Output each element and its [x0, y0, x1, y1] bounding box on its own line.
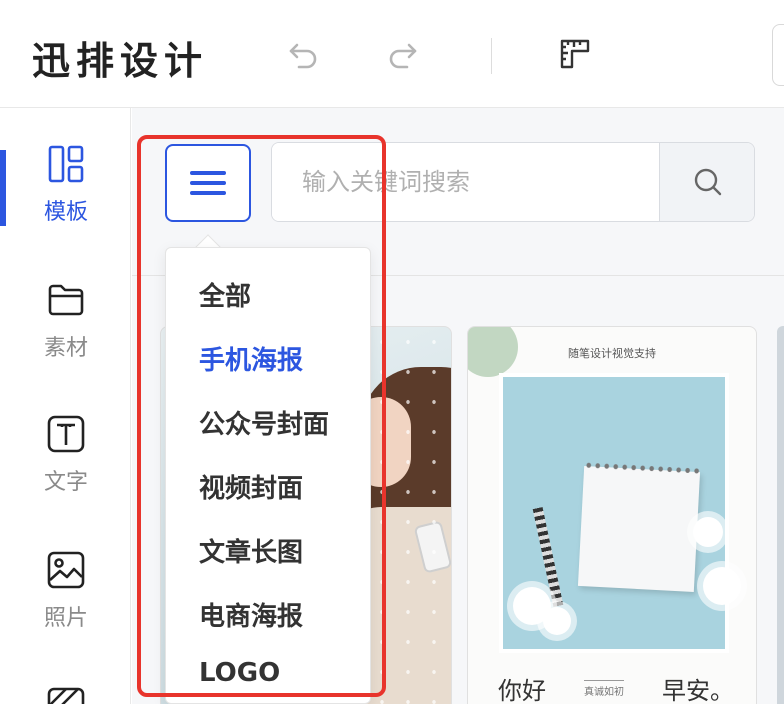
text-icon	[47, 415, 85, 453]
template-greeting-right: 早安。	[662, 677, 734, 704]
menu-icon-bar	[190, 171, 226, 175]
image-icon	[47, 551, 85, 589]
sidebar-item-templates[interactable]: 模板	[20, 144, 112, 226]
template-greeting: 你好 真诚如初 早安。	[468, 671, 756, 704]
template-thumbnail-art	[577, 460, 701, 592]
template-greeting-mid: 真诚如初	[584, 679, 624, 698]
category-item-mobile-poster[interactable]: 手机海报	[199, 340, 303, 377]
sidebar-item-more[interactable]	[20, 686, 112, 704]
category-item-ecommerce-poster[interactable]: 电商海报	[199, 596, 303, 633]
menu-icon-bar	[190, 181, 226, 185]
search-box	[271, 142, 755, 222]
sidebar-item-label: 素材	[43, 336, 88, 361]
template-greeting-left: 你好	[498, 677, 546, 704]
template-thumbnail-art	[703, 567, 741, 605]
background-icon	[47, 687, 85, 704]
template-card[interactable]	[777, 326, 784, 704]
layout-grid-icon	[48, 145, 84, 183]
category-item-all[interactable]: 全部	[199, 276, 251, 313]
header-edge-button[interactable]	[772, 24, 784, 86]
folder-icon	[48, 284, 84, 316]
search-button[interactable]	[659, 143, 754, 221]
category-menu-button[interactable]	[165, 144, 251, 222]
template-caption: 随笔设计视觉支持	[568, 347, 656, 360]
ruler-button[interactable]	[555, 34, 595, 74]
left-sidebar: 模板 素材 文字 照片	[0, 108, 131, 704]
ruler-icon	[560, 39, 590, 69]
template-card[interactable]: 随笔设计视觉支持 你好 真诚如初 早安。	[467, 326, 757, 704]
category-item-logo[interactable]: LOGO	[199, 658, 280, 688]
sidebar-item-materials[interactable]: 素材	[20, 280, 112, 362]
template-thumbnail-art	[693, 517, 723, 547]
top-header: 迅排设计	[0, 0, 784, 108]
redo-button[interactable]	[382, 34, 422, 74]
app-logo: 迅排设计	[32, 38, 209, 83]
undo-icon	[289, 43, 317, 69]
menu-icon-bar	[190, 191, 226, 195]
sidebar-item-photos[interactable]: 照片	[20, 550, 112, 632]
sidebar-item-label: 模板	[43, 200, 88, 225]
undo-button[interactable]	[284, 34, 324, 74]
category-item-article-image[interactable]: 文章长图	[199, 532, 303, 569]
search-icon	[694, 168, 721, 196]
sidebar-item-label: 照片	[43, 606, 88, 631]
template-thumbnail-art	[543, 607, 571, 635]
sidebar-active-indicator	[0, 150, 6, 226]
sidebar-item-label: 文字	[43, 470, 88, 495]
template-thumbnail-photo	[499, 373, 741, 653]
sidebar-item-text[interactable]: 文字	[20, 414, 112, 496]
category-item-wechat-cover[interactable]: 公众号封面	[199, 404, 329, 441]
category-dropdown: 全部 手机海报 公众号封面 视频封面 文章长图 电商海报 LOGO	[165, 247, 371, 704]
search-input[interactable]	[272, 143, 660, 221]
header-divider	[491, 38, 492, 74]
category-item-video-cover[interactable]: 视频封面	[199, 468, 303, 505]
redo-icon	[389, 43, 417, 69]
